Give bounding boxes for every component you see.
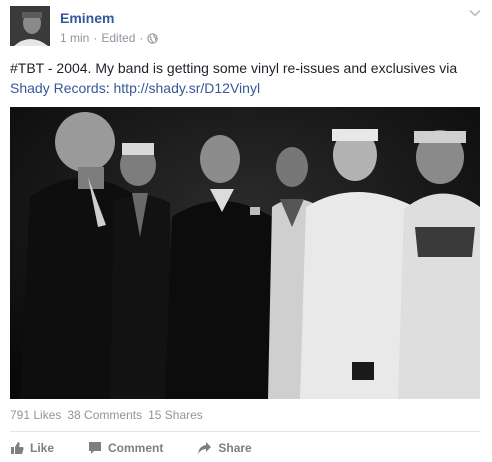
post-text-colon: : [105,80,114,96]
post-text: #TBT - 2004. My band is getting some vin… [10,58,482,98]
comments-count[interactable]: 38 Comments [67,408,142,422]
globe-icon[interactable] [147,32,159,44]
avatar[interactable] [10,6,50,46]
divider [10,431,480,432]
likes-count[interactable]: 791 Likes [10,408,61,422]
chevron-down-icon[interactable] [468,6,482,20]
comment-label: Comment [108,441,164,455]
like-button[interactable]: Like [10,441,54,455]
edited-label[interactable]: Edited [101,31,135,45]
comment-icon [88,441,102,455]
thumbs-up-icon [10,441,24,455]
share-label: Share [218,441,252,455]
shady-records-link[interactable]: Shady Records [10,80,106,96]
post-stats: 791 Likes 38 Comments 15 Shares [10,408,203,422]
share-icon [197,441,212,455]
author-name[interactable]: Eminem [60,10,114,26]
action-bar: Like Comment Share [10,438,286,458]
shares-count[interactable]: 15 Shares [148,408,203,422]
post-header: Eminem 1 min · Edited · [10,6,482,50]
meta-separator: · [139,31,144,45]
post-meta: 1 min · Edited · [60,31,159,45]
post-photo[interactable] [10,107,480,399]
vinyl-url-link[interactable]: http://shady.sr/D12Vinyl [114,80,261,96]
post-text-body: #TBT - 2004. My band is getting some vin… [10,60,458,76]
post-time[interactable]: 1 min [60,31,89,45]
comment-button[interactable]: Comment [88,441,163,455]
like-label: Like [30,441,55,455]
meta-separator: · [93,31,98,45]
share-button[interactable]: Share [197,441,252,455]
